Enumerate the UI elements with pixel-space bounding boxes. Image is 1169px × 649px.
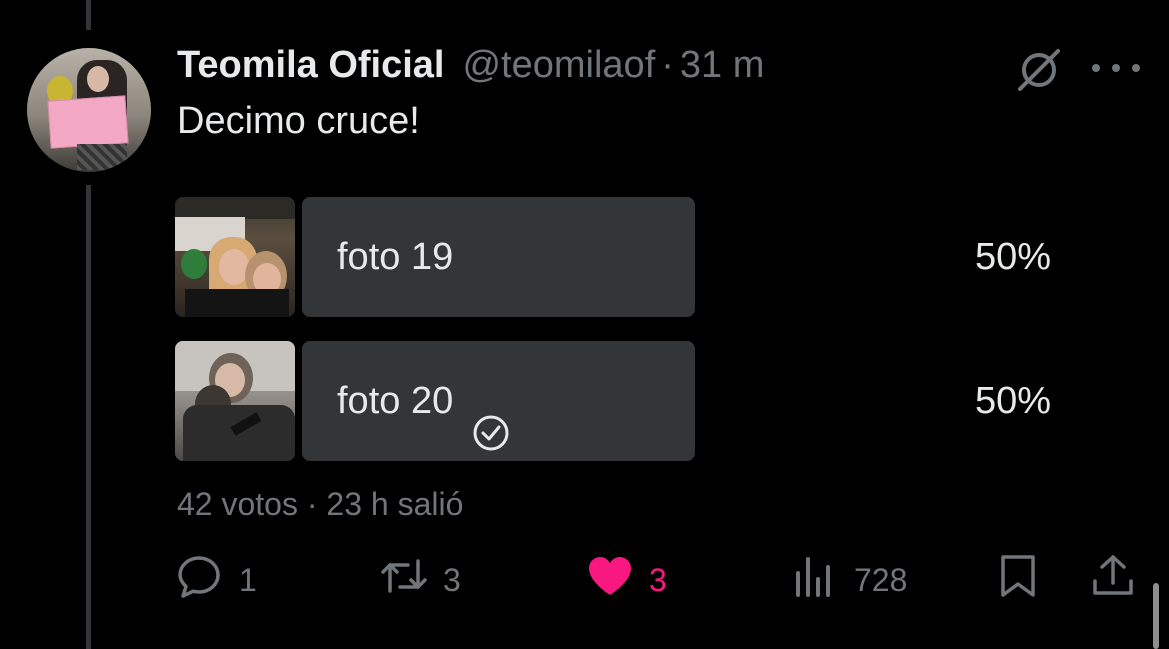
tweet-text: Decimo cruce! [177, 100, 420, 142]
like-count: 3 [649, 561, 667, 598]
tweet-actions: 1 3 3 728 [175, 552, 1140, 608]
poll-option-1: foto 19 50% [175, 197, 1075, 317]
author-name[interactable]: Teomila Oficial [177, 44, 444, 87]
poll-status: 23 h salió [326, 486, 464, 522]
scrollbar[interactable] [1153, 583, 1159, 649]
tweet-time[interactable]: 31 m [680, 44, 764, 87]
reply-count: 1 [239, 561, 257, 598]
author-handle[interactable]: @teomilaof [462, 44, 655, 87]
poll-option-image [175, 197, 295, 317]
avatar[interactable] [27, 48, 151, 172]
grok-icon[interactable] [1014, 47, 1064, 93]
reply-button[interactable]: 1 [175, 552, 257, 608]
poll-option-2: foto 20 50% [175, 341, 1075, 461]
check-circle-icon [471, 381, 511, 451]
poll-option-label: foto 19 [337, 236, 454, 278]
poll-option-image [175, 341, 295, 461]
bookmark-button[interactable] [993, 552, 1043, 608]
bookmark-icon [993, 551, 1043, 609]
retweet-count: 3 [443, 561, 461, 598]
poll-option-percent: 50% [974, 380, 1051, 422]
poll-option-percent: 50% [974, 236, 1051, 278]
thread-line-top [86, 0, 91, 30]
views-icon [790, 551, 840, 609]
reply-icon [175, 551, 225, 609]
share-button[interactable] [1088, 552, 1138, 608]
poll-votes: 42 votos [177, 486, 298, 522]
retweet-button[interactable]: 3 [379, 552, 461, 608]
thread-line-bottom [86, 185, 91, 649]
views-button[interactable]: 728 [790, 552, 907, 608]
more-icon[interactable] [1092, 60, 1140, 76]
share-icon [1088, 551, 1138, 609]
poll-option-label: foto 20 [337, 341, 511, 461]
poll-meta-separator: · [306, 486, 318, 522]
heart-icon [585, 551, 635, 609]
retweet-icon [379, 551, 429, 609]
header-separator: · [661, 44, 674, 86]
like-button[interactable]: 3 [585, 552, 667, 608]
poll-meta: 42 votos · 23 h salió [177, 486, 463, 523]
tweet-header: Teomila Oficial @teomilaof · 31 m [177, 44, 764, 90]
views-count: 728 [854, 561, 908, 598]
